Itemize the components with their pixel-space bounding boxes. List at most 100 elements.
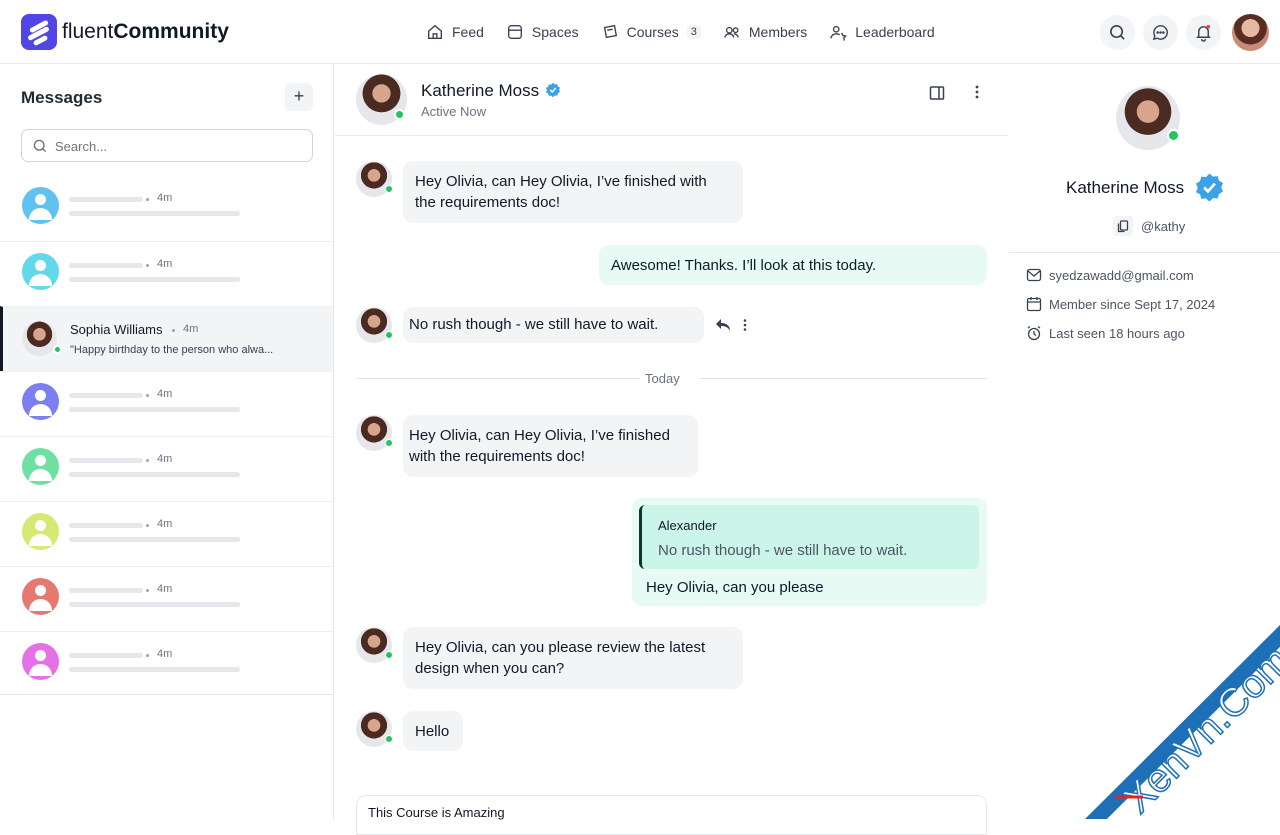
profile-last-seen-row: Last seen 18 hours ago [1026,325,1185,341]
nav-leaderboard-label: Leaderboard [855,24,935,40]
xenvn-watermark: XenVn.Com [1085,625,1280,819]
preview-skeleton [69,472,240,477]
quoted-message[interactable]: Alexander No rush though - we still have… [639,505,979,569]
conversation-name: Sophia Williams [70,322,163,337]
nav-feed-label: Feed [452,24,484,40]
courses-count-badge: 3 [686,25,701,39]
separator-dot [172,329,175,332]
top-navigation-bar: fluentCommunity Feed Spaces Courses 3 Me… [0,0,1280,64]
avatar-placeholder [22,253,59,290]
conversation-item[interactable]: 4m [0,501,333,566]
online-indicator [1167,129,1180,142]
preview-skeleton [69,667,240,672]
preview-skeleton [69,537,240,542]
calendar-icon [1026,297,1042,312]
nav-leaderboard[interactable]: Leaderboard [829,22,935,42]
conversation-item[interactable]: 4m [0,436,333,501]
verified-badge-icon [1196,173,1223,202]
copy-icon [1117,219,1129,232]
preview-skeleton [69,211,240,216]
new-message-button[interactable]: + [285,83,313,111]
conversation-item[interactable]: 4m [0,631,333,696]
conversation-item-active[interactable]: Sophia Williams 4m "Happy birthday to th… [0,306,333,371]
reply-icon[interactable] [715,318,731,332]
online-indicator [385,651,393,659]
date-divider-line [699,378,987,379]
conversation-item[interactable]: 4m [0,176,333,241]
search-button[interactable] [1100,15,1135,50]
search-input[interactable] [55,136,305,156]
members-icon [724,26,739,38]
chat-button[interactable] [1143,15,1178,50]
user-avatar[interactable] [1232,14,1269,51]
conversation-time: 4m [157,453,173,465]
conversation-item[interactable]: 4m [0,371,333,436]
separator-dot [146,589,149,592]
conversation-time: 4m [183,323,199,335]
conversation-item[interactable]: 4m [0,241,333,306]
online-indicator [53,345,62,354]
separator-dot [146,654,149,657]
message-composer[interactable]: This Course is Amazing [356,795,987,835]
home-icon [428,24,442,39]
conversation-time: 4m [157,388,173,400]
separator-dot [146,264,149,267]
conversation-time: 4m [157,192,173,204]
header-actions [1100,14,1269,51]
outgoing-message[interactable]: Awesome! Thanks. I’ll look at this today… [599,245,987,285]
profile-name: Katherine Moss [1066,178,1185,197]
chat-panel: Katherine Moss Active Now Hey Olivia, ca… [335,64,1008,835]
toggle-sidebar-icon[interactable] [929,85,945,101]
profile-email-row: syedzawadd@gmail.com [1026,267,1194,283]
bell-icon [1196,24,1211,42]
verified-badge-icon [546,82,561,98]
outgoing-reply-message[interactable]: Alexander No rush though - we still have… [632,498,987,606]
nav-spaces-label: Spaces [531,24,579,40]
brand-logo[interactable]: fluentCommunity [21,14,229,50]
message-options-icon[interactable] [743,318,747,332]
name-skeleton [69,393,143,398]
nav-members-label: Members [748,24,808,40]
incoming-message[interactable]: No rush though - we still have to wait. [403,307,704,343]
avatar-placeholder [22,383,59,420]
conversation-time: 4m [157,518,173,530]
profile-handle: @kathy [1141,218,1186,234]
nav-courses[interactable]: Courses 3 [601,22,701,42]
brand-name: fluentCommunity [62,20,229,43]
leaderboard-icon [830,25,848,41]
incoming-message[interactable]: Hey Olivia, can Hey Olivia, I’ve finishe… [403,161,743,223]
conversation-time: 4m [157,258,173,270]
courses-icon [603,24,617,39]
name-skeleton [69,653,143,658]
nav-members[interactable]: Members [723,22,807,42]
profile-member-since: Member since Sept 17, 2024 [1049,296,1216,312]
search-icon [33,139,47,153]
date-divider-line [356,378,640,379]
messages-title: Messages [21,88,103,107]
nav-spaces[interactable]: Spaces [506,22,579,42]
more-options-icon[interactable] [975,84,979,100]
alarm-clock-icon [1027,325,1041,341]
name-skeleton [69,458,143,463]
nav-feed[interactable]: Feed [426,22,484,42]
search-icon [1110,25,1125,40]
fluent-logo-icon [21,14,57,50]
nav-courses-label: Courses [626,24,679,40]
incoming-message[interactable]: Hey Olivia, can you please review the la… [403,627,743,689]
online-indicator [394,109,405,120]
incoming-message[interactable]: Hey Olivia, can Hey Olivia, I’ve finishe… [403,415,698,477]
quoted-author: Alexander [658,518,717,533]
incoming-message[interactable]: Hello [403,711,463,751]
avatar-placeholder [22,578,59,615]
copy-handle-button[interactable] [1113,216,1133,236]
conversation-preview: "Happy birthday to the person who alwa..… [70,344,274,356]
date-divider-label: Today [645,371,680,386]
separator-dot [146,459,149,462]
name-skeleton [69,588,143,593]
online-indicator [385,439,393,447]
conversation-item[interactable]: 4m [0,566,333,631]
conversation-time: 4m [157,583,173,595]
sophia-avatar [22,321,57,356]
avatar-placeholder [22,513,59,550]
notifications-button[interactable] [1186,15,1221,50]
